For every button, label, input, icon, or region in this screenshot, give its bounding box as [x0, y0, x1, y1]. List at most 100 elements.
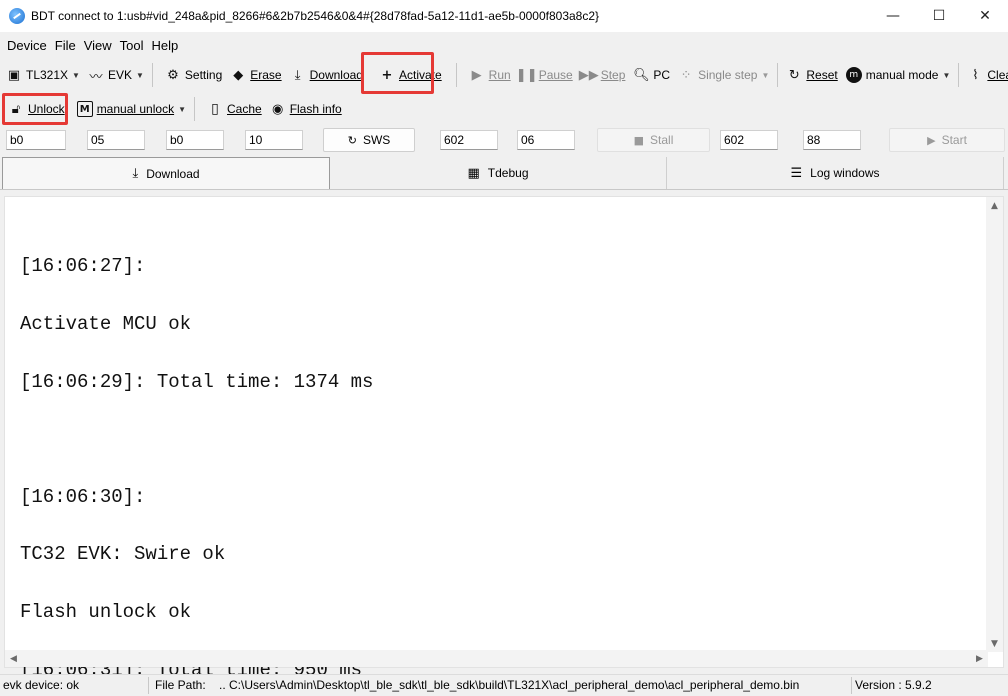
toolbar-separator: [958, 63, 960, 87]
unlock-icon: 🔓︎: [11, 101, 21, 117]
chevron-down-icon: ▼: [72, 70, 80, 80]
value-field-3[interactable]: 06: [517, 130, 575, 150]
file-path-value: .. C:\Users\Admin\Desktop\tl_ble_sdk\tl_…: [219, 678, 800, 692]
erase-button[interactable]: ◆ Erase: [226, 62, 285, 88]
chevron-down-icon: ▼: [761, 70, 770, 80]
step-button[interactable]: ▶▶ Step: [577, 62, 630, 88]
eye-icon: ◉: [272, 101, 284, 117]
log-line: [16:06:27]:: [20, 255, 146, 278]
reset-button[interactable]: ↻ Reset: [782, 62, 841, 88]
refresh-icon: ↻: [347, 133, 357, 147]
toolbar-separator: [194, 97, 195, 121]
log-line: Activate MCU ok: [20, 313, 192, 335]
toolbar-separator: [777, 63, 779, 87]
tab-download[interactable]: ⤓ Download: [2, 157, 330, 189]
log-output-panel[interactable]: [16:06:27]: Activate MCU ok [16:06:29]: …: [4, 196, 1004, 679]
unlock-label: Unlock: [28, 102, 65, 116]
start-button[interactable]: ▶ Start: [889, 128, 1005, 152]
address-field-1[interactable]: b0: [6, 130, 66, 150]
sws-label: SWS: [362, 133, 391, 147]
menu-file[interactable]: File: [51, 38, 80, 53]
sws-button[interactable]: ↻ SWS: [323, 128, 415, 152]
log-line: [16:06:29]: Total time: 1374 ms: [20, 370, 374, 393]
setting-button[interactable]: ⚙ Setting: [161, 62, 226, 88]
flash-info-label: Flash info: [289, 102, 342, 116]
tab-tdebug[interactable]: ▦ Tdebug: [330, 157, 667, 189]
reset-label: Reset: [806, 68, 838, 82]
erase-label: Erase: [250, 68, 282, 82]
menu-device[interactable]: Device: [0, 38, 51, 53]
run-icon: ▶: [471, 67, 482, 83]
unlock-button[interactable]: 🔓︎ Unlock: [0, 96, 69, 122]
manual-unlock-dropdown[interactable]: M manual unlock ▼: [73, 96, 190, 122]
activate-label: Activate: [398, 68, 442, 82]
tab-log-windows[interactable]: ☰ Log windows: [667, 157, 1004, 189]
version-label: Version : 5.9.2: [855, 678, 932, 692]
single-step-label: Single step: [698, 68, 758, 82]
value-field-1[interactable]: 05: [87, 130, 145, 150]
gear-icon: ⚙: [167, 67, 179, 83]
pause-icon: ❚❚: [515, 67, 538, 83]
mode-icon: m: [845, 67, 862, 83]
pause-button[interactable]: ❚❚ Pause: [515, 62, 577, 88]
single-step-dropdown[interactable]: ⁘ Single step ▼: [674, 62, 773, 88]
vertical-scrollbar[interactable]: ▲ ▼: [986, 197, 1003, 652]
value-field-4[interactable]: 88: [803, 130, 861, 150]
close-button[interactable]: ✕: [962, 0, 1008, 32]
window-title: BDT connect to 1:usb#vid_248a&pid_8266#6…: [31, 9, 600, 23]
maximize-button[interactable]: ☐: [916, 0, 962, 32]
address-field-2[interactable]: b0: [166, 130, 224, 150]
scroll-up-icon[interactable]: ▲: [986, 197, 1003, 214]
scroll-down-icon[interactable]: ▼: [986, 635, 1003, 652]
window-controls: — ☐ ✕: [870, 0, 1008, 32]
flash-info-button[interactable]: ◉ Flash info: [266, 96, 346, 122]
menu-tool[interactable]: Tool: [116, 38, 148, 53]
stop-icon: ■: [633, 133, 645, 147]
activate-button[interactable]: + Activate: [375, 62, 446, 88]
stall-button[interactable]: ■ Stall: [597, 128, 710, 152]
menu-help[interactable]: Help: [148, 38, 183, 53]
step-label: Step: [600, 68, 626, 82]
setting-label: Setting: [184, 68, 223, 82]
horizontal-scrollbar[interactable]: ◀ ▶: [5, 650, 988, 667]
cache-label: Cache: [227, 102, 262, 116]
board-select-dropdown[interactable]: 〰 EVK ▼: [84, 62, 148, 88]
download-button[interactable]: ⤓ Download: [286, 62, 367, 88]
search-icon: 🔍︎: [633, 67, 650, 83]
pc-button[interactable]: 🔍︎ PC: [629, 62, 674, 88]
start-label: Start: [941, 133, 967, 147]
run-button[interactable]: ▶ Run: [465, 62, 515, 88]
refresh-icon: ↻: [788, 67, 800, 83]
cache-button[interactable]: ▯ Cache: [203, 96, 266, 122]
main-toolbar: ▣ TL321X ▼ 〰 EVK ▼ ⚙ Setting ◆ Erase ⤓ D…: [0, 59, 1008, 91]
value-field-2[interactable]: 10: [245, 130, 303, 150]
qr-code-icon: ▦: [467, 165, 480, 181]
play-icon: ▶: [927, 133, 936, 147]
manual-mode-label: manual mode: [865, 68, 939, 82]
minimize-button[interactable]: —: [870, 0, 916, 32]
tab-download-label: Download: [146, 166, 200, 181]
log-line: Flash unlock ok: [20, 600, 192, 623]
chip-select-dropdown[interactable]: ▣ TL321X ▼: [0, 62, 84, 88]
scroll-right-icon[interactable]: ▶: [971, 650, 988, 667]
run-label: Run: [488, 68, 511, 82]
status-bar: evk device: ok File Path: .. C:\Users\Ad…: [0, 674, 1008, 696]
log-line: [16:06:30]:: [20, 485, 146, 508]
download-icon: ⤓: [132, 166, 139, 181]
list-icon: ☰: [790, 165, 803, 181]
manual-unlock-label: manual unlock: [96, 102, 175, 116]
pause-label: Pause: [538, 68, 573, 82]
toolbar-separator: [151, 63, 153, 87]
scroll-left-icon[interactable]: ◀: [5, 650, 22, 667]
menu-view[interactable]: View: [80, 38, 116, 53]
toolbar-separator: [455, 63, 457, 87]
address-field-3[interactable]: 602: [440, 130, 498, 150]
address-field-4[interactable]: 602: [720, 130, 778, 150]
chevron-down-icon: ▼: [178, 104, 186, 114]
clear-button[interactable]: ⌇ Clear: [963, 62, 1008, 88]
device-status: evk device: ok: [3, 678, 80, 692]
manual-mode-dropdown[interactable]: m manual mode ▼: [842, 62, 955, 88]
step-icon: ▶▶: [578, 67, 599, 83]
chip-label: TL321X: [26, 68, 69, 82]
